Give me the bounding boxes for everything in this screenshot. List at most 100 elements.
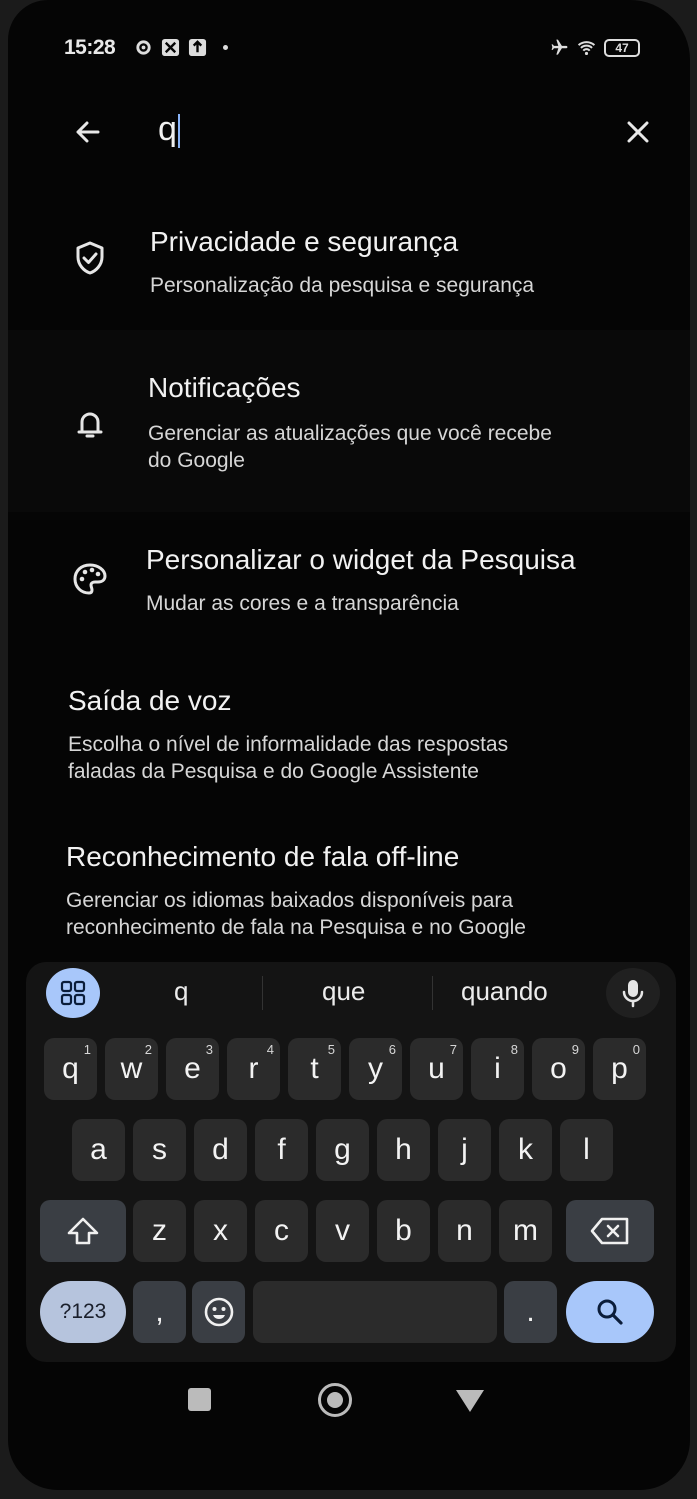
key-h[interactable]: h <box>377 1119 430 1181</box>
key-r[interactable]: r4 <box>227 1038 280 1100</box>
result-subtitle-line: do Google <box>148 449 245 472</box>
result-offline-speech[interactable]: Reconhecimento de fala off-line Gerencia… <box>8 827 690 947</box>
search-query: q <box>158 110 177 148</box>
result-notifications[interactable]: Notificações Gerenciar as atualizações q… <box>8 330 690 512</box>
emoji-key[interactable] <box>192 1281 245 1343</box>
suggestion-strip: q que quando <box>26 962 676 1026</box>
key-i[interactable]: i8 <box>471 1038 524 1100</box>
key-q[interactable]: q1 <box>44 1038 97 1100</box>
shift-key[interactable] <box>40 1200 126 1262</box>
back-triangle-button[interactable] <box>456 1390 484 1412</box>
result-subtitle: Escolha o nível de informalidade das res… <box>68 731 508 785</box>
result-title: Privacidade e segurança <box>150 226 459 257</box>
key-d[interactable]: d <box>194 1119 247 1181</box>
key-letter: u <box>428 1052 445 1085</box>
space-bar[interactable] <box>253 1281 497 1343</box>
comma-key[interactable]: , <box>133 1281 186 1343</box>
battery-icon: 47 <box>604 38 640 57</box>
key-g[interactable]: g <box>316 1119 369 1181</box>
wifi-icon <box>577 41 596 56</box>
key-number-hint: 6 <box>388 1042 396 1057</box>
on-screen-keyboard: q que quando q1 w2 e3 r4 t5 y6 u7 i8 o9 … <box>26 962 676 1362</box>
key-x[interactable]: x <box>194 1200 247 1262</box>
result-privacy-security[interactable]: Privacidade e segurança Personalização d… <box>8 190 690 330</box>
key-number-hint: 9 <box>571 1042 579 1057</box>
palette-icon <box>73 563 107 595</box>
key-a[interactable]: a <box>72 1119 125 1181</box>
result-title: Saída de voz <box>68 685 232 716</box>
suggestion-2[interactable]: que <box>322 976 365 1007</box>
shield-check-icon <box>76 241 104 275</box>
airplane-mode-icon <box>551 39 568 55</box>
phone-screen: 15:28 47 q Privacidade e segurança Perso… <box>8 0 690 1490</box>
status-notification-icons <box>134 38 228 57</box>
key-number-hint: 0 <box>632 1042 640 1057</box>
keyboard-menu-button[interactable] <box>46 968 100 1018</box>
apps-grid-icon <box>60 980 86 1006</box>
result-voice-output[interactable]: Saída de voz Escolha o nível de informal… <box>8 667 690 827</box>
key-s[interactable]: s <box>133 1119 186 1181</box>
key-k[interactable]: k <box>499 1119 552 1181</box>
shift-arrow-icon <box>67 1217 99 1245</box>
key-o[interactable]: o9 <box>532 1038 585 1100</box>
system-navigation-bar <box>8 1370 690 1430</box>
key-letter: e <box>184 1052 201 1085</box>
key-letter: t <box>310 1052 319 1085</box>
result-subtitle: Gerenciar os idiomas baixados disponívei… <box>66 887 526 941</box>
voice-input-button[interactable] <box>606 968 660 1018</box>
key-c[interactable]: c <box>255 1200 308 1262</box>
status-bar: 15:28 47 <box>64 36 640 66</box>
search-input[interactable]: q <box>158 110 180 149</box>
symbols-key[interactable]: ?123 <box>40 1281 126 1343</box>
key-number-hint: 5 <box>327 1042 335 1057</box>
result-subtitle-line: Gerenciar as atualizações que você receb… <box>148 422 552 445</box>
text-cursor <box>177 114 180 149</box>
search-icon <box>597 1299 623 1325</box>
key-y[interactable]: y6 <box>349 1038 402 1100</box>
home-button[interactable] <box>318 1383 352 1417</box>
key-number-hint: 8 <box>510 1042 518 1057</box>
back-arrow-icon[interactable] <box>68 112 108 152</box>
result-subtitle-line: Gerenciar os idiomas baixados disponívei… <box>66 889 514 912</box>
period-key[interactable]: . <box>504 1281 557 1343</box>
key-p[interactable]: p0 <box>593 1038 646 1100</box>
key-j[interactable]: j <box>438 1119 491 1181</box>
key-b[interactable]: b <box>377 1200 430 1262</box>
key-w[interactable]: w2 <box>105 1038 158 1100</box>
key-n[interactable]: n <box>438 1200 491 1262</box>
search-results-list: Privacidade e segurança Personalização d… <box>8 190 690 947</box>
search-key[interactable] <box>566 1281 654 1343</box>
result-subtitle-line: reconhecimento de fala na Pesquisa e no … <box>66 916 526 939</box>
key-letter: w <box>120 1052 143 1085</box>
result-subtitle-line: Escolha o nível de informalidade das res… <box>68 733 509 756</box>
suggestion-3[interactable]: quando <box>461 976 548 1007</box>
key-l[interactable]: l <box>560 1119 613 1181</box>
result-subtitle: Gerenciar as atualizações que você receb… <box>148 420 552 474</box>
result-subtitle: Mudar as cores e a transparência <box>146 590 459 617</box>
key-f[interactable]: f <box>255 1119 308 1181</box>
key-letter: p <box>611 1052 628 1085</box>
key-letter: r <box>248 1052 259 1085</box>
app-notification-icon <box>161 38 180 57</box>
recents-button[interactable] <box>188 1388 211 1411</box>
emoji-icon <box>204 1297 233 1327</box>
status-time: 15:28 <box>64 36 116 59</box>
settings-gear-icon <box>136 40 151 55</box>
suggestion-divider <box>432 976 433 1010</box>
result-subtitle-line: faladas da Pesquisa e do Google Assisten… <box>68 760 479 783</box>
key-t[interactable]: t5 <box>288 1038 341 1100</box>
backspace-icon <box>590 1217 629 1245</box>
backspace-key[interactable] <box>566 1200 654 1262</box>
clear-search-icon[interactable] <box>620 114 656 150</box>
key-z[interactable]: z <box>133 1200 186 1262</box>
key-e[interactable]: e3 <box>166 1038 219 1100</box>
key-u[interactable]: u7 <box>410 1038 463 1100</box>
result-subtitle: Personalização da pesquisa e segurança <box>150 272 534 299</box>
suggestion-1[interactable]: q <box>174 976 188 1007</box>
suggestion-divider <box>262 976 263 1010</box>
key-v[interactable]: v <box>316 1200 369 1262</box>
key-number-hint: 2 <box>144 1042 152 1057</box>
result-title: Notificações <box>148 372 301 403</box>
key-m[interactable]: m <box>499 1200 552 1262</box>
result-customize-widget[interactable]: Personalizar o widget da Pesquisa Mudar … <box>8 512 690 667</box>
